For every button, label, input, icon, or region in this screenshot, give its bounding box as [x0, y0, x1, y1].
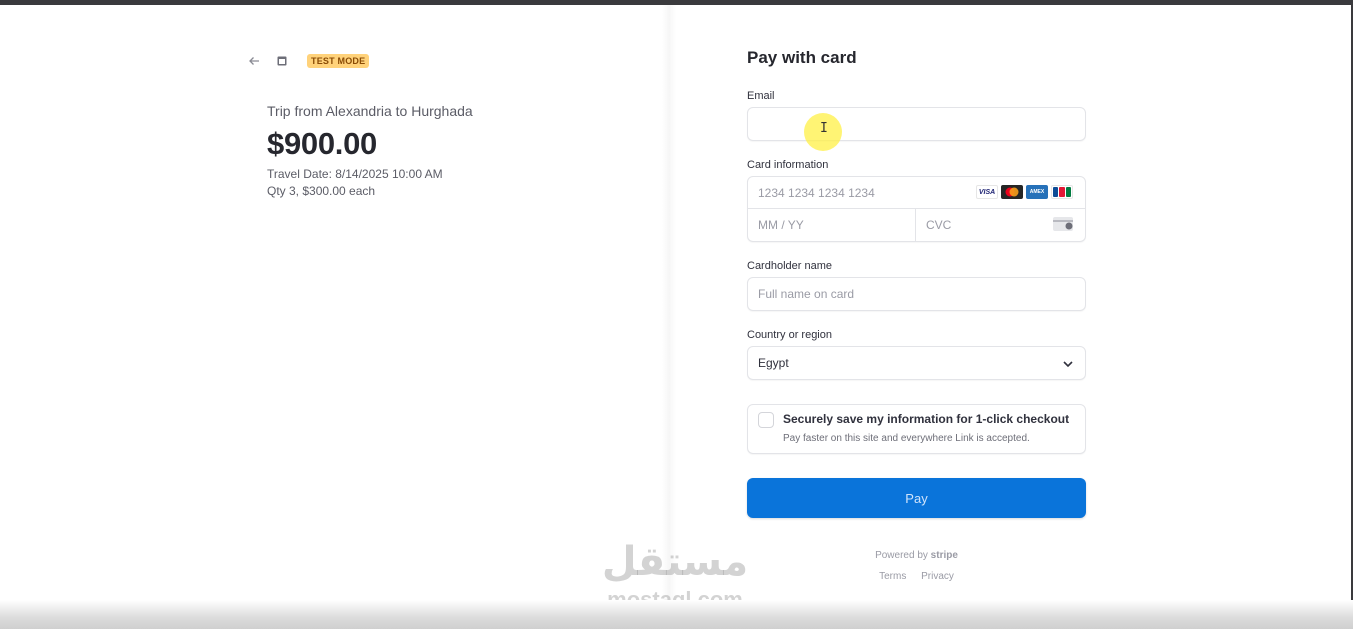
stripe-logo: stripe — [930, 550, 958, 561]
footer-links: Terms Privacy — [747, 571, 1086, 582]
test-mode-badge: TEST MODE — [307, 54, 370, 68]
powered-by-prefix: Powered by — [875, 550, 928, 561]
country-label: Country or region — [747, 329, 832, 341]
card-info-group: 1234 1234 1234 1234 VISA AMEX MM / YY CV… — [747, 176, 1086, 242]
footer: Powered by stripe Terms Privacy — [747, 550, 1086, 582]
form-title: Pay with card — [747, 48, 857, 67]
email-field[interactable]: I — [747, 107, 1086, 151]
panel-divider — [662, 5, 676, 605]
pay-button[interactable]: Pay — [747, 478, 1086, 518]
text-cursor-icon: I — [820, 121, 828, 136]
cvc-card-icon — [1053, 217, 1073, 231]
watermark-arabic: مستقل — [601, 539, 749, 585]
save-info-subtitle: Pay faster on this site and everywhere L… — [783, 433, 1030, 444]
country-select[interactable]: Egypt — [747, 346, 1086, 380]
powered-by[interactable]: Powered by stripe — [747, 550, 1086, 561]
summary-header: TEST MODE — [247, 52, 370, 70]
card-info-label: Card information — [747, 159, 829, 171]
expiry-placeholder: MM / YY — [758, 218, 804, 232]
product-name: Trip from Alexandria to Hurghada — [267, 103, 473, 119]
terms-link[interactable]: Terms — [879, 571, 906, 582]
mastercard-icon — [1001, 185, 1023, 199]
store-icon — [275, 54, 289, 68]
email-label: Email — [747, 90, 775, 102]
visa-icon: VISA — [976, 185, 998, 199]
cardholder-name-field[interactable]: Full name on card — [747, 277, 1086, 311]
card-cvc-field[interactable]: CVC — [916, 209, 1085, 241]
back-arrow-icon[interactable] — [247, 54, 261, 68]
chevron-down-icon — [1061, 357, 1075, 371]
total-amount: $900.00 — [267, 126, 377, 161]
save-info-option[interactable]: Securely save my information for 1-click… — [747, 404, 1086, 454]
country-value: Egypt — [758, 356, 789, 370]
bottom-fade — [0, 600, 1353, 629]
pay-button-label: Pay — [905, 490, 928, 506]
payment-form: Pay with card Email I Card information 1… — [747, 48, 1086, 518]
window-top-bar — [0, 0, 1353, 5]
travel-date: Travel Date: 8/14/2025 10:00 AM — [267, 167, 443, 181]
cvc-placeholder: CVC — [926, 218, 952, 232]
save-info-checkbox[interactable] — [758, 412, 774, 428]
quantity-line: Qty 3, $300.00 each — [267, 184, 376, 198]
cardholder-placeholder: Full name on card — [758, 287, 855, 301]
amex-icon: AMEX — [1026, 185, 1048, 199]
card-number-placeholder: 1234 1234 1234 1234 — [758, 185, 875, 200]
cardholder-label: Cardholder name — [747, 260, 832, 272]
card-expiry-field[interactable]: MM / YY — [748, 209, 916, 241]
card-brands: VISA AMEX — [976, 185, 1073, 199]
jcb-icon — [1051, 185, 1073, 199]
save-info-title: Securely save my information for 1-click… — [783, 412, 1070, 426]
privacy-link[interactable]: Privacy — [921, 571, 954, 582]
